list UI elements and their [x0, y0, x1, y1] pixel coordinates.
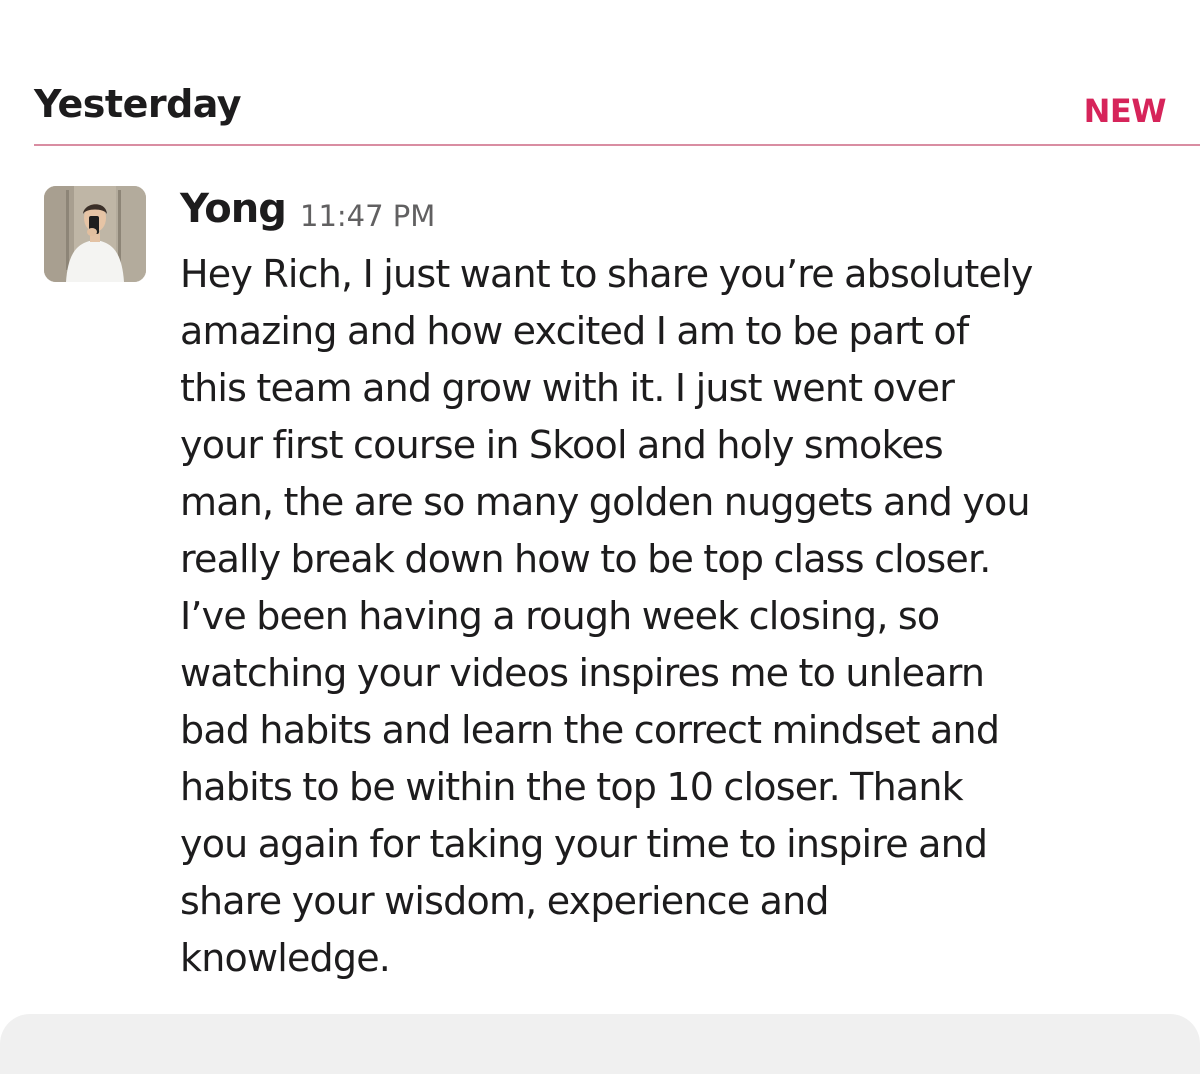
message-composer[interactable] — [0, 1014, 1200, 1074]
message-text: Hey Rich, I just want to share you’re ab… — [180, 252, 1033, 980]
new-messages-line — [34, 144, 1200, 146]
message-body: Yong 11:47 PM Hey Rich, I just want to s… — [180, 186, 1170, 987]
sender-name[interactable]: Yong — [180, 186, 287, 232]
avatar[interactable] — [44, 186, 146, 282]
day-label: Yesterday — [34, 82, 242, 126]
message-timestamp[interactable]: 11:47 PM — [300, 199, 435, 233]
day-divider: Yesterday NEW — [34, 78, 1200, 146]
avatar-photo — [44, 186, 146, 282]
new-messages-badge: NEW — [1083, 92, 1167, 130]
message-meta: Yong 11:47 PM — [180, 186, 1170, 242]
